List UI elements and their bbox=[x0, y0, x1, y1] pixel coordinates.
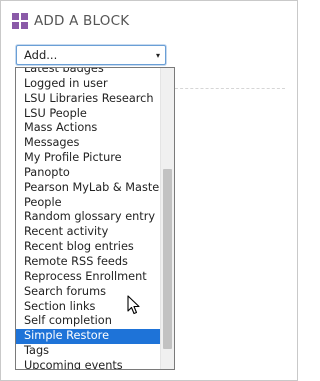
add-block-panel: ADD A BLOCK Add... ▾ Latest badges Logged… bbox=[0, 0, 298, 381]
scrollbar-thumb[interactable] bbox=[163, 169, 172, 349]
dropdown-option[interactable]: Messages bbox=[16, 136, 160, 151]
select-value: Add... bbox=[24, 48, 58, 62]
block-dropdown-list[interactable]: Latest badges Logged in user LSU Libraries… bbox=[15, 67, 175, 370]
dropdown-option[interactable]: LSU People bbox=[16, 107, 160, 122]
mouse-pointer-icon bbox=[127, 295, 140, 315]
add-block-select[interactable]: Add... ▾ bbox=[16, 45, 166, 65]
dropdown-option[interactable]: My Profile Picture bbox=[16, 151, 160, 166]
dropdown-option[interactable]: Recent blog entries bbox=[16, 240, 160, 255]
block-title: ADD A BLOCK bbox=[34, 13, 130, 29]
dropdown-option[interactable]: Recent activity bbox=[16, 225, 160, 240]
dropdown-option[interactable]: Mass Actions bbox=[16, 121, 160, 136]
dropdown-option[interactable]: Logged in user bbox=[16, 77, 160, 92]
dashed-divider bbox=[175, 88, 285, 89]
dropdown-option[interactable]: Simple Restore bbox=[16, 329, 160, 345]
dropdown-option[interactable]: People bbox=[16, 196, 160, 211]
dropdown-option[interactable]: Latest badges bbox=[16, 68, 160, 77]
dropdown-scrollbar[interactable] bbox=[160, 68, 174, 369]
block-header: ADD A BLOCK bbox=[12, 9, 129, 33]
dropdown-options: Latest badges Logged in user LSU Libraries… bbox=[16, 68, 160, 369]
blocks-grid-icon bbox=[12, 13, 29, 29]
dropdown-option[interactable]: Remote RSS feeds bbox=[16, 255, 160, 270]
dropdown-option[interactable]: Panopto bbox=[16, 166, 160, 181]
dropdown-option[interactable]: Pearson MyLab & Mastering bbox=[16, 181, 160, 196]
dropdown-option[interactable]: Reprocess Enrollment bbox=[16, 270, 160, 285]
dropdown-option[interactable]: LSU Libraries Research bbox=[16, 92, 160, 107]
chevron-down-icon: ▾ bbox=[155, 50, 160, 60]
dropdown-option[interactable]: Upcoming events bbox=[16, 359, 160, 369]
dropdown-option[interactable]: Random glossary entry bbox=[16, 210, 160, 225]
dropdown-option[interactable]: Tags bbox=[16, 344, 160, 359]
